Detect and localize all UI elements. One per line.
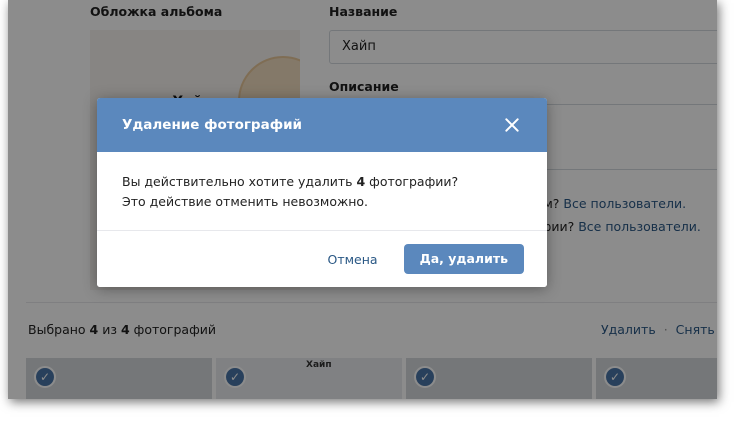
dialog-warning: Это действие отменить невозможно. xyxy=(122,194,369,209)
dialog-title: Удаление фотографий xyxy=(122,117,303,133)
question-suffix: фотографии? xyxy=(365,174,459,189)
cancel-button[interactable]: Отмена xyxy=(312,244,394,275)
question-prefix: Вы действительно хотите удалить xyxy=(122,174,357,189)
dialog-body: Вы действительно хотите удалить 4 фотогр… xyxy=(97,152,547,230)
dialog-question: Вы действительно хотите удалить 4 фотогр… xyxy=(122,172,522,192)
photo-count: 4 xyxy=(356,174,366,189)
delete-photos-dialog: Удаление фотографий Вы действительно хот… xyxy=(97,98,547,287)
close-icon[interactable] xyxy=(502,115,522,135)
confirm-delete-button[interactable]: Да, удалить xyxy=(403,244,524,274)
dialog-header: Удаление фотографий xyxy=(97,98,547,152)
dialog-footer: Отмена Да, удалить xyxy=(97,230,547,287)
